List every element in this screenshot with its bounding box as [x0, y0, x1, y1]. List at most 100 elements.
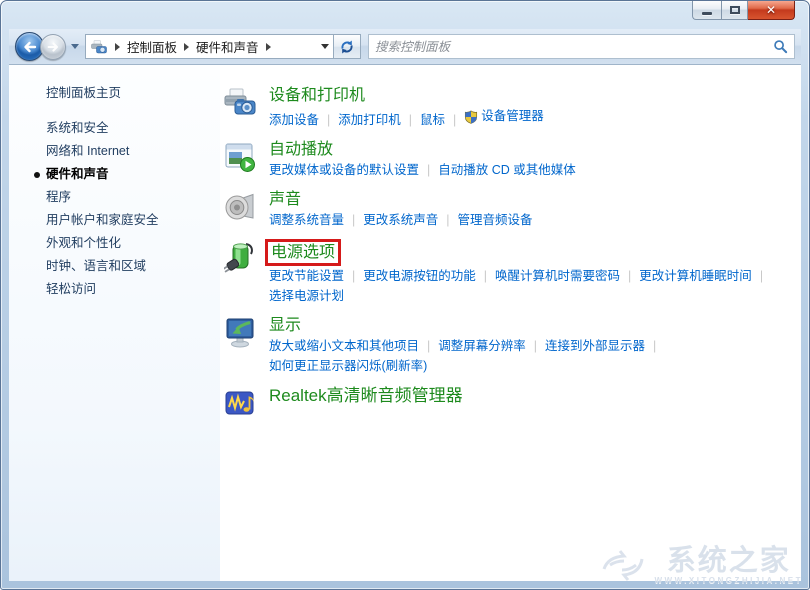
task-link[interactable]: 管理音频设备	[458, 211, 533, 230]
task-link-label: 连接到外部显示器	[545, 337, 645, 356]
link-separator: |	[453, 113, 456, 127]
task-link[interactable]: 连接到外部显示器	[545, 337, 645, 356]
task-link[interactable]: 调整屏幕分辨率	[438, 337, 526, 356]
address-dropdown-icon[interactable]	[321, 44, 329, 49]
task-link[interactable]: 更改节能设置	[269, 267, 344, 286]
category-section: 设备和打印机添加设备|添加打印机|鼠标| 设备管理器	[224, 85, 791, 130]
section-title[interactable]: 自动播放	[269, 139, 333, 160]
section-title-highlighted[interactable]: 电源选项	[265, 239, 341, 266]
realtek-icon[interactable]	[224, 385, 258, 419]
link-separator: |	[534, 339, 537, 353]
sidebar-item-label: 控制面板主页	[46, 86, 121, 100]
category-section: 声音调整系统音量 | 更改系统声音 | 管理音频设备	[224, 189, 791, 230]
forward-button[interactable]	[40, 34, 66, 60]
sidebar-item[interactable]: 系统和安全	[9, 117, 220, 140]
task-link[interactable]: 设备管理器	[464, 107, 544, 126]
search-input[interactable]	[375, 40, 773, 54]
link-separator: |	[352, 213, 355, 227]
sidebar-item[interactable]: 控制面板主页	[9, 82, 220, 105]
power-icon[interactable]	[224, 239, 258, 306]
task-link-label: 更改媒体或设备的默认设置	[269, 161, 419, 180]
breadcrumb-arrow-icon[interactable]	[184, 43, 189, 51]
task-link-label: 选择电源计划	[269, 287, 344, 306]
task-link[interactable]: 放大或缩小文本和其他项目	[269, 337, 419, 356]
control-panel-window: ✕ 控制面板硬件和声音	[0, 0, 810, 590]
section-title[interactable]: Realtek高清晰音频管理器	[269, 385, 463, 406]
title-bar[interactable]: ✕	[1, 1, 809, 29]
task-link[interactable]: 如何更正显示器闪烁(刷新率)	[269, 357, 427, 376]
breadcrumb-item[interactable]: 控制面板	[127, 37, 177, 56]
section-title[interactable]: 声音	[269, 189, 301, 210]
sidebar-item-label: 程序	[46, 190, 71, 204]
search-box	[368, 34, 795, 59]
task-link[interactable]: 鼠标	[420, 111, 445, 130]
sidebar-item[interactable]: 时钟、语言和区域	[9, 255, 220, 278]
caption-buttons: ✕	[692, 1, 795, 20]
task-link-label: 调整系统音量	[269, 211, 344, 230]
sidebar-item-label: 用户帐户和家庭安全	[46, 213, 159, 227]
sidebar-item[interactable]: 程序	[9, 186, 220, 209]
search-icon[interactable]	[773, 39, 788, 54]
sidebar-item-label: 时钟、语言和区域	[46, 259, 146, 273]
link-separator: |	[484, 269, 487, 283]
task-link[interactable]: 唤醒计算机时需要密码	[495, 267, 620, 286]
devices-printers-icon[interactable]	[224, 85, 258, 130]
task-link-label: 如何更正显示器闪烁(刷新率)	[269, 357, 427, 376]
sidebar-item[interactable]: 用户帐户和家庭安全	[9, 209, 220, 232]
category-section: 自动播放更改媒体或设备的默认设置 | 自动播放 CD 或其他媒体	[224, 139, 791, 180]
section-title[interactable]: 显示	[269, 315, 301, 336]
sidebar-item-label: 网络和 Internet	[46, 144, 129, 158]
sidebar-item-label: 轻松访问	[46, 282, 96, 296]
active-item-bullet-icon	[34, 172, 40, 178]
section-title[interactable]: 设备和打印机	[269, 85, 365, 106]
sidebar-item[interactable]: 硬件和声音	[9, 163, 220, 186]
navigation-bar: 控制面板硬件和声音	[9, 29, 801, 65]
task-link-label: 调整屏幕分辨率	[438, 337, 526, 356]
link-separator: |	[427, 339, 430, 353]
recent-pages-chevron-icon[interactable]	[71, 44, 79, 49]
task-link[interactable]: 添加设备	[269, 111, 319, 130]
task-link-label: 唤醒计算机时需要密码	[495, 267, 620, 286]
link-separator: |	[409, 113, 412, 127]
task-link-label: 添加设备	[269, 111, 319, 130]
task-link[interactable]: 更改媒体或设备的默认设置	[269, 161, 419, 180]
sound-icon[interactable]	[224, 189, 258, 230]
task-links-row: 更改节能设置|更改电源按钮的功能|唤醒计算机时需要密码|更改计算机睡眠时间|	[269, 267, 791, 286]
section-body: 设备和打印机添加设备|添加打印机|鼠标| 设备管理器	[269, 85, 791, 130]
client-area: 控制面板主页系统和安全网络和 Internet 硬件和声音程序用户帐户和家庭安全外…	[9, 65, 801, 581]
breadcrumb-arrow-icon[interactable]	[266, 43, 271, 51]
close-icon: ✕	[766, 4, 776, 16]
task-links-row: 选择电源计划	[269, 287, 791, 306]
sidebar-item-label: 系统和安全	[46, 121, 109, 135]
task-link[interactable]: 更改系统声音	[363, 211, 438, 230]
sidebar-item[interactable]: 网络和 Internet	[9, 140, 220, 163]
minimize-button[interactable]	[692, 1, 721, 20]
task-link[interactable]: 自动播放 CD 或其他媒体	[438, 161, 576, 180]
display-icon[interactable]	[224, 315, 258, 376]
task-link[interactable]: 添加打印机	[338, 111, 401, 130]
task-link[interactable]: 调整系统音量	[269, 211, 344, 230]
sidebar-item[interactable]: 外观和个性化	[9, 232, 220, 255]
task-link[interactable]: 更改计算机睡眠时间	[639, 267, 752, 286]
link-separator: |	[446, 213, 449, 227]
task-link[interactable]: 更改电源按钮的功能	[363, 267, 476, 286]
link-separator: |	[427, 163, 430, 177]
maximize-icon	[730, 6, 740, 14]
breadcrumb-item[interactable]: 硬件和声音	[196, 37, 259, 56]
breadcrumb-arrow-icon[interactable]	[115, 43, 120, 51]
close-button[interactable]: ✕	[748, 1, 795, 20]
task-link[interactable]: 选择电源计划	[269, 287, 344, 306]
maximize-button[interactable]	[721, 1, 748, 20]
sidebar-item[interactable]: 轻松访问	[9, 278, 220, 301]
task-links-row: 添加设备|添加打印机|鼠标| 设备管理器	[269, 107, 791, 130]
task-links-row: 放大或缩小文本和其他项目 | 调整屏幕分辨率 | 连接到外部显示器 |	[269, 337, 791, 356]
refresh-button[interactable]	[333, 34, 361, 59]
autoplay-icon[interactable]	[224, 139, 258, 180]
sidebar-item-label: 外观和个性化	[46, 236, 121, 250]
section-body: Realtek高清晰音频管理器	[269, 385, 791, 419]
link-separator: |	[653, 339, 656, 353]
address-bar[interactable]: 控制面板硬件和声音	[85, 34, 333, 59]
task-links-row: 调整系统音量 | 更改系统声音 | 管理音频设备	[269, 211, 791, 230]
task-link-label: 更改电源按钮的功能	[363, 267, 476, 286]
category-section: 电源选项更改节能设置|更改电源按钮的功能|唤醒计算机时需要密码|更改计算机睡眠时…	[224, 239, 791, 306]
